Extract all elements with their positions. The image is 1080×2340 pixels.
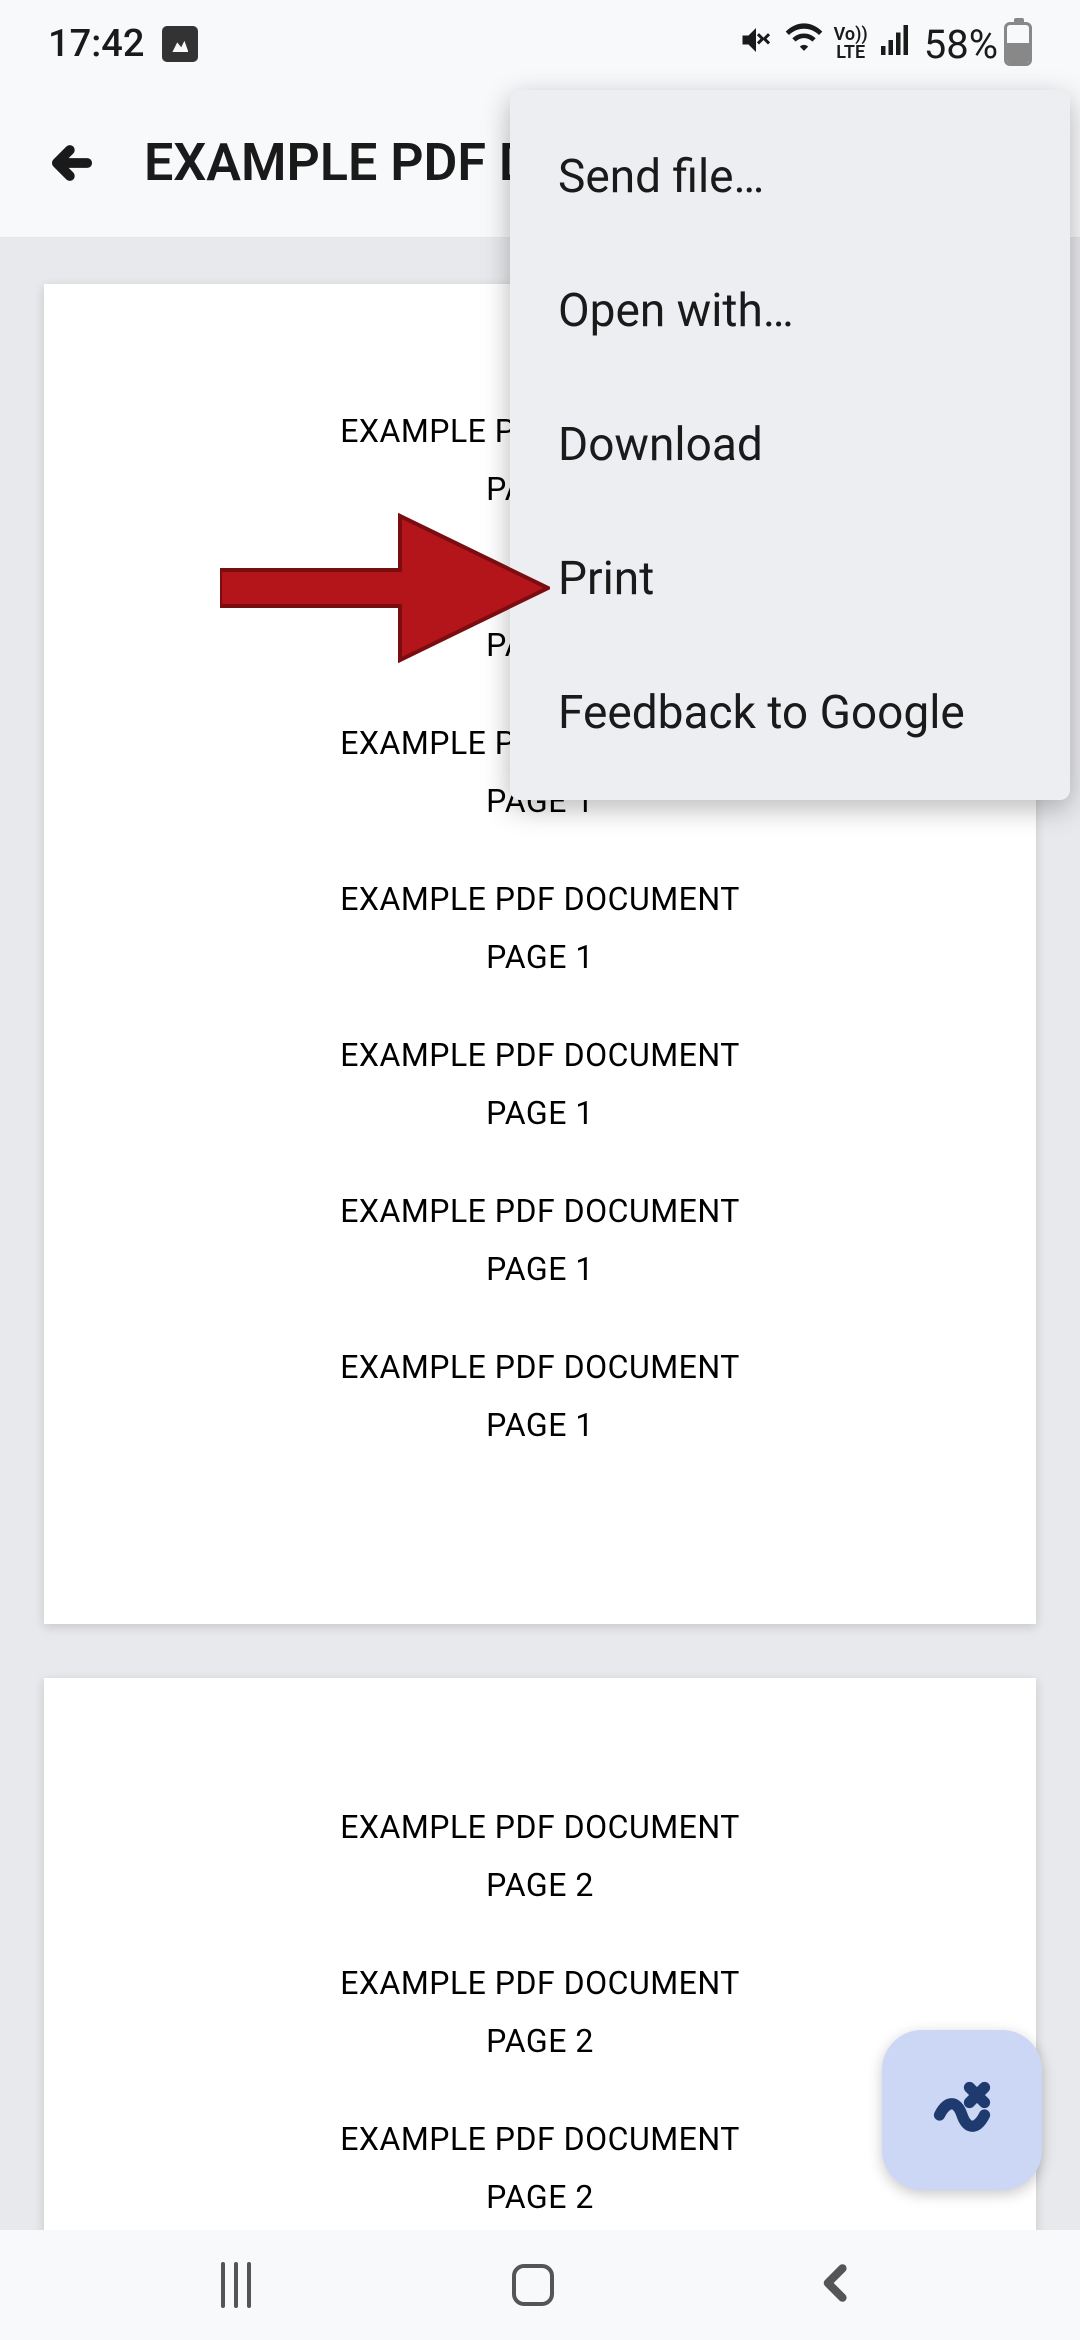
wifi-icon [784, 20, 824, 69]
gallery-icon [162, 26, 198, 62]
status-bar: 17:42 Vo))LTE 58% [0, 0, 1080, 88]
pdf-text: PAGE 1 [104, 1094, 976, 1132]
scribble-icon [932, 2080, 992, 2140]
annotate-fab[interactable] [882, 2030, 1042, 2190]
mute-icon [738, 22, 774, 67]
arrow-left-icon [46, 137, 98, 189]
battery-icon [1004, 22, 1032, 66]
pdf-text: EXAMPLE PDF DOCUMENT [104, 2120, 976, 2158]
system-nav-bar [0, 2230, 1080, 2340]
menu-item-send-file[interactable]: Send file… [510, 110, 1070, 244]
overflow-menu: Send file… Open with… Download Print Fee… [510, 90, 1070, 800]
menu-item-feedback[interactable]: Feedback to Google [510, 646, 1070, 780]
battery-percent: 58% [924, 21, 998, 68]
status-time: 17:42 [48, 22, 144, 66]
pdf-text: PAGE 1 [104, 938, 976, 976]
nav-back-button[interactable] [815, 2261, 859, 2309]
pdf-text: EXAMPLE PDF DOCUMENT [104, 880, 976, 918]
pdf-text: EXAMPLE PDF DOCUMENT [104, 1964, 976, 2002]
pdf-text: PAGE 1 [104, 1406, 976, 1444]
pdf-text: EXAMPLE PDF DOCUMENT [104, 1036, 976, 1074]
menu-item-download[interactable]: Download [510, 378, 1070, 512]
pdf-text: PAGE 1 [104, 1250, 976, 1288]
menu-item-open-with[interactable]: Open with… [510, 244, 1070, 378]
signal-icon [878, 22, 914, 66]
nav-recents-button[interactable] [221, 2262, 251, 2308]
pdf-text: PAGE 2 [104, 1866, 976, 1904]
back-button[interactable] [40, 131, 104, 195]
pdf-text: EXAMPLE PDF DOCUMENT [104, 1192, 976, 1230]
pdf-text: EXAMPLE PDF DOCUMENT [104, 1348, 976, 1386]
chevron-left-icon [815, 2261, 859, 2305]
pdf-text: EXAMPLE PDF DOCUMENT [104, 1808, 976, 1846]
menu-item-print[interactable]: Print [510, 512, 1070, 646]
pdf-text: PAGE 2 [104, 2022, 976, 2060]
nav-home-button[interactable] [512, 2264, 554, 2306]
volte-indicator: Vo))LTE [834, 26, 868, 62]
pdf-text: PAGE 2 [104, 2178, 976, 2216]
